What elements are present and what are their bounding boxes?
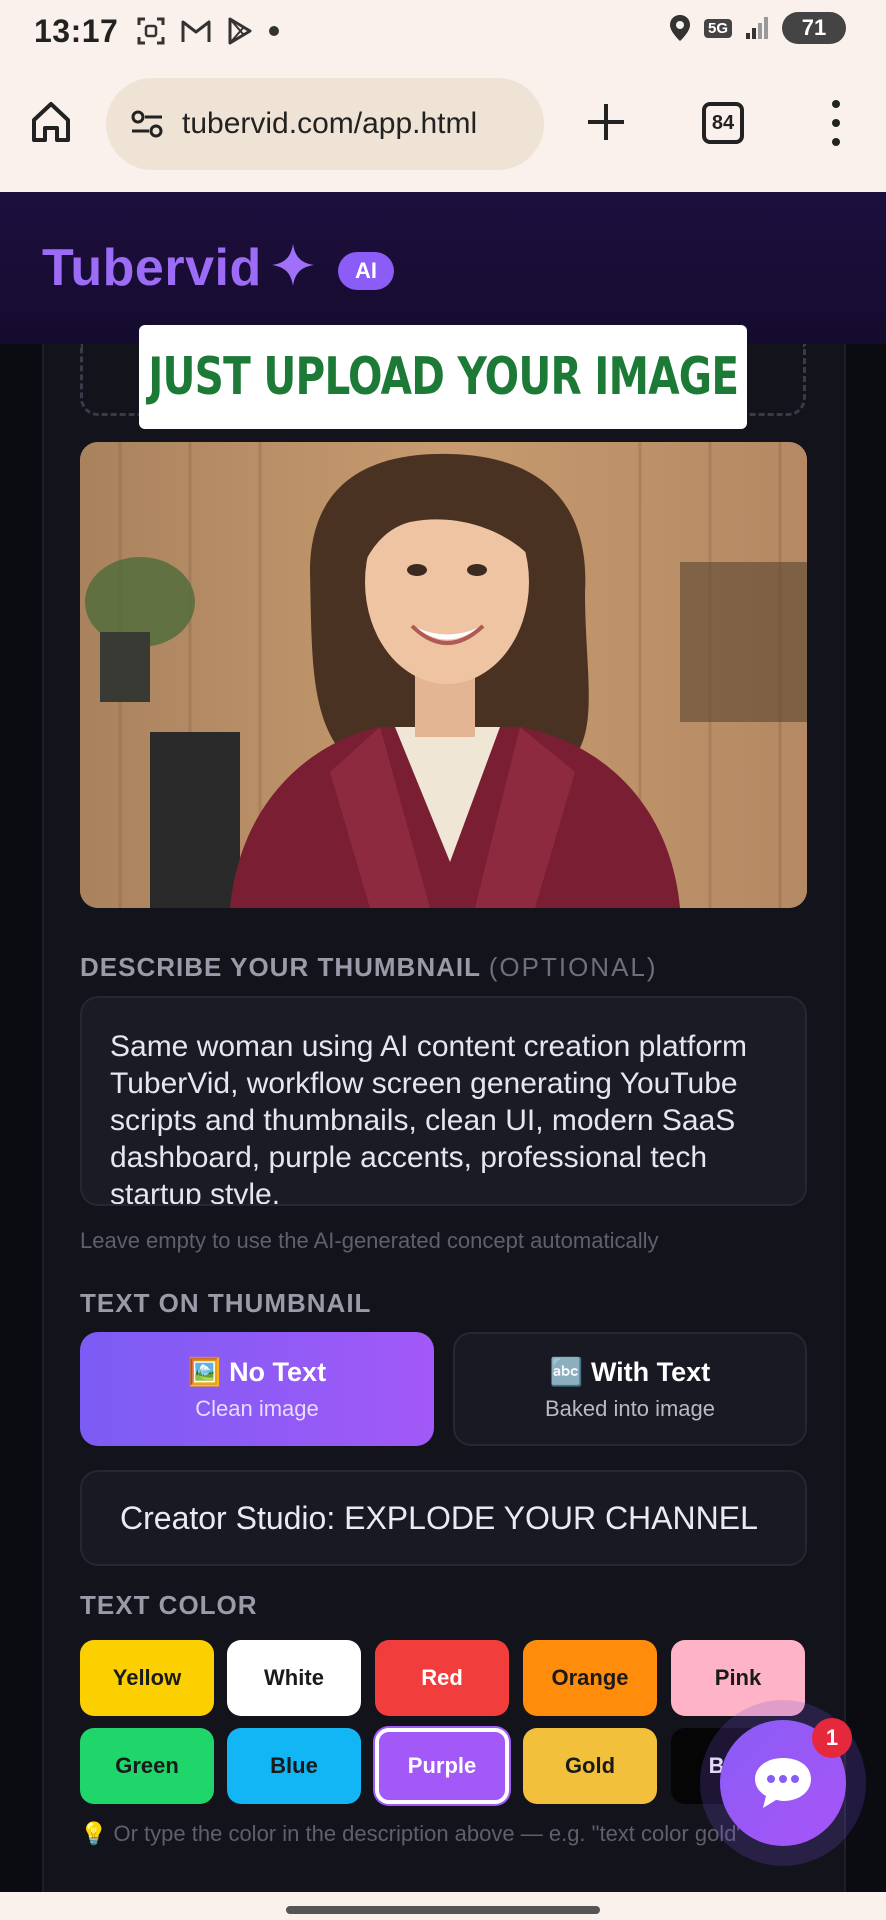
status-notification-icons [136,16,280,46]
color-swatch-orange[interactable]: Orange [523,1640,657,1716]
battery-indicator: 71 [782,12,846,44]
home-indicator[interactable] [286,1906,600,1914]
new-tab-icon[interactable] [584,100,628,144]
chat-badge-count: 1 [825,1725,839,1750]
sparkle-icon [272,244,314,286]
location-icon [669,15,690,41]
with-text-option-title: 🔤 With Text [550,1356,710,1388]
framed-picture-icon: 🖼️ [187,1357,222,1387]
play-store-icon [228,17,252,45]
description-hint: Leave empty to use the AI-generated conc… [80,1228,659,1253]
signal-icon [746,17,768,39]
abc-icon: 🔤 [549,1357,584,1387]
text-color-label: TEXT COLOR [80,1590,258,1620]
chat-bubble-icon [755,1758,811,1808]
uploaded-image-preview[interactable] [80,442,807,908]
color-swatch-yellow[interactable]: Yellow [80,1640,214,1716]
no-text-option[interactable]: 🖼️ No Text Clean image [80,1332,434,1446]
no-text-option-title: 🖼️ No Text [188,1356,326,1388]
chat-notification-badge: 1 [812,1718,852,1758]
no-text-title: No Text [229,1357,327,1387]
color-swatch-purple[interactable]: Purple [375,1728,509,1804]
status-time: 13:17 [34,12,119,49]
ai-badge-label: AI [355,258,377,283]
browser-menu-icon[interactable] [826,100,846,146]
battery-level: 71 [801,15,827,40]
with-text-option[interactable]: 🔤 With Text Baked into image [453,1332,807,1446]
promo-banner-text: JUST UPLOAD YOUR IMAGE [147,347,739,407]
color-swatch-red[interactable]: Red [375,1640,509,1716]
browser-toolbar: tubervid.com/app.html 84 [0,62,886,192]
address-bar[interactable]: tubervid.com/app.html [106,78,544,170]
tab-switcher-button[interactable]: 84 [702,102,744,144]
no-text-subtitle: Clean image [195,1396,319,1421]
network-label: 5G [703,18,732,38]
ai-badge: AI [338,252,394,290]
thumbnail-text-input[interactable]: Creator Studio: EXPLODE YOUR CHANNEL [80,1470,807,1566]
status-bar: 13:17 5G 71 [0,0,886,62]
color-swatch-gold[interactable]: Gold [523,1728,657,1804]
dot-icon [269,26,280,36]
home-icon[interactable] [30,100,72,144]
app-logo[interactable]: Tubervid [42,238,262,298]
describe-label: DESCRIBE YOUR THUMBNAIL (OPTIONAL) [80,952,658,983]
text-on-thumbnail-label: TEXT ON THUMBNAIL [80,1288,372,1318]
status-system-icons: 5G 71 [668,12,846,44]
promo-banner: JUST UPLOAD YOUR IMAGE [139,325,747,429]
with-text-title: With Text [590,1357,711,1387]
url-text: tubervid.com/app.html [182,107,478,140]
screenshot-icon [137,17,165,45]
tab-count: 84 [711,111,735,134]
with-text-subtitle: Baked into image [545,1396,715,1421]
color-swatch-white[interactable]: White [227,1640,361,1716]
color-swatch-green[interactable]: Green [80,1728,214,1804]
site-settings-icon[interactable] [130,109,164,139]
description-textarea[interactable]: Same woman using AI content creation pla… [80,996,807,1206]
color-swatch-blue[interactable]: Blue [227,1728,361,1804]
color-hint: 💡 Or type the color in the description a… [80,1821,745,1846]
optional-label: (OPTIONAL) [488,952,658,982]
gmail-icon [181,20,211,42]
describe-label-text: DESCRIBE YOUR THUMBNAIL [80,952,481,982]
portrait-image [80,442,807,908]
app-header: Tubervid AI [0,192,886,344]
